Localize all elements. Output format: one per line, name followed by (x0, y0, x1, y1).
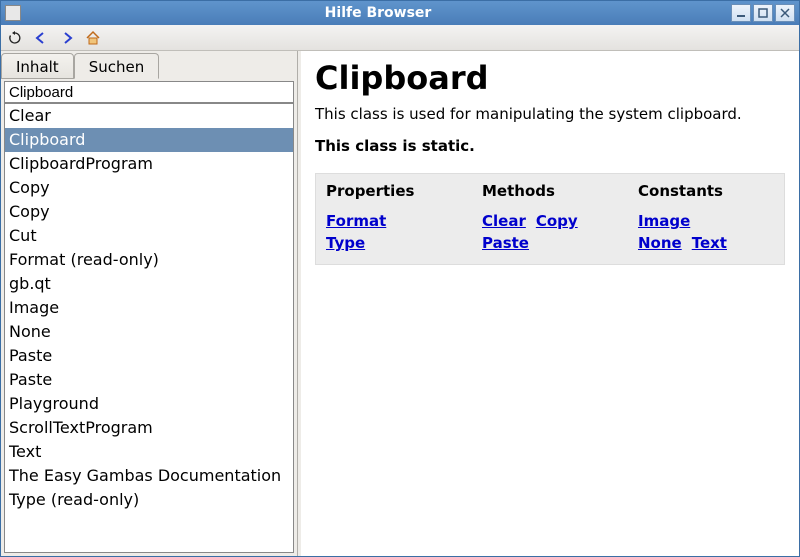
refresh-button[interactable] (7, 30, 23, 46)
home-icon (85, 30, 101, 46)
search-results-list[interactable]: ClearClipboardClipboardProgramCopyCopyCu… (4, 103, 294, 553)
list-item[interactable]: None (5, 320, 293, 344)
list-item[interactable]: ClipboardProgram (5, 152, 293, 176)
member-link[interactable]: Copy (536, 212, 578, 230)
toolbar (1, 25, 799, 51)
back-icon (34, 31, 48, 45)
list-item[interactable]: Text (5, 440, 293, 464)
maximize-icon (758, 8, 768, 18)
close-icon (780, 8, 790, 18)
forward-icon (60, 31, 74, 45)
cell-constants: Image None Text (628, 206, 784, 264)
list-item[interactable]: Paste (5, 368, 293, 392)
list-item[interactable]: gb.qt (5, 272, 293, 296)
home-button[interactable] (85, 30, 101, 46)
refresh-icon (8, 31, 22, 45)
list-item[interactable]: Copy (5, 176, 293, 200)
header-methods: Methods (472, 174, 628, 206)
members-header-row: Properties Methods Constants (316, 174, 784, 206)
content-area: Inhalt Suchen ClearClipboardClipboardPro… (1, 51, 799, 556)
tab-inhalt[interactable]: Inhalt (1, 53, 74, 79)
maximize-button[interactable] (753, 4, 773, 22)
members-body-row: Format Type Clear Copy Paste Image None Text (316, 206, 784, 264)
member-link[interactable]: Text (692, 234, 727, 252)
doc-static-note: This class is static. (315, 137, 785, 155)
member-link[interactable]: Clear (482, 212, 526, 230)
tab-suchen[interactable]: Suchen (74, 53, 160, 79)
list-item[interactable]: Copy (5, 200, 293, 224)
list-item[interactable]: Image (5, 296, 293, 320)
doc-description: This class is used for manipulating the … (315, 105, 785, 123)
doc-title: Clipboard (315, 59, 785, 97)
window-title: Hilfe Browser (27, 5, 729, 21)
list-item[interactable]: The Easy Gambas Documentation (5, 464, 293, 488)
back-button[interactable] (33, 30, 49, 46)
list-item[interactable]: Format (read-only) (5, 248, 293, 272)
list-item[interactable]: ScrollTextProgram (5, 416, 293, 440)
cell-properties: Format Type (316, 206, 472, 264)
forward-button[interactable] (59, 30, 75, 46)
search-input[interactable] (4, 81, 294, 103)
members-table: Properties Methods Constants Format Type … (315, 173, 785, 265)
close-button[interactable] (775, 4, 795, 22)
list-item[interactable]: Playground (5, 392, 293, 416)
header-constants: Constants (628, 174, 784, 206)
list-item[interactable]: Cut (5, 224, 293, 248)
minimize-button[interactable] (731, 4, 751, 22)
doc-pane: Clipboard This class is used for manipul… (301, 51, 799, 556)
member-link[interactable]: Image (638, 212, 690, 230)
list-item[interactable]: Paste (5, 344, 293, 368)
list-item[interactable]: Clear (5, 104, 293, 128)
list-item[interactable]: Clipboard (5, 128, 293, 152)
cell-methods: Clear Copy Paste (472, 206, 628, 264)
list-item[interactable]: Type (read-only) (5, 488, 293, 512)
tab-row: Inhalt Suchen (1, 51, 297, 79)
titlebar: Hilfe Browser (1, 1, 799, 25)
member-link[interactable]: Type (326, 234, 365, 252)
member-link[interactable]: None (638, 234, 682, 252)
member-link[interactable]: Format (326, 212, 386, 230)
left-pane: Inhalt Suchen ClearClipboardClipboardPro… (1, 51, 298, 556)
header-properties: Properties (316, 174, 472, 206)
app-icon (5, 5, 21, 21)
minimize-icon (736, 8, 746, 18)
member-link[interactable]: Paste (482, 234, 529, 252)
